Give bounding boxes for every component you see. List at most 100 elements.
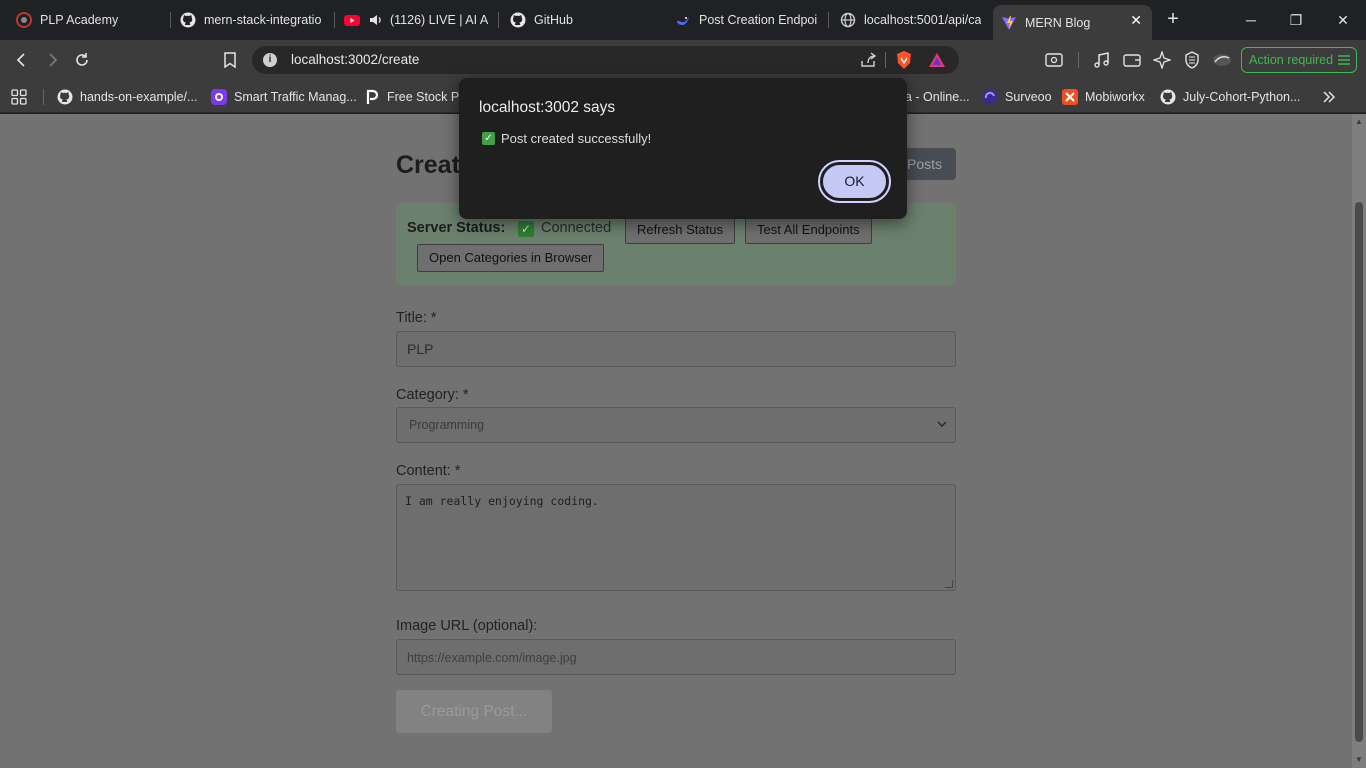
category-label: Category: * [396, 387, 469, 403]
speaker-icon[interactable] [368, 12, 384, 28]
action-required-button[interactable]: Action required [1241, 47, 1357, 73]
image-url-label: Image URL (optional): [396, 618, 538, 634]
create-post-button[interactable]: Creating Post... [396, 690, 552, 733]
brave-rewards-icon[interactable] [928, 51, 946, 74]
plp-icon [16, 12, 32, 28]
menu-icon [1337, 53, 1351, 70]
github-icon [180, 12, 196, 28]
bookmark-july-cohort[interactable]: July-Cohort-Python... [1160, 87, 1300, 107]
vpn-shield-icon[interactable] [1182, 50, 1202, 70]
tab-localhost-api[interactable]: localhost:5001/api/ca [832, 5, 992, 35]
alert-dialog: localhost:3002 says ✓ Post created succe… [459, 78, 907, 219]
more-bookmarks-icon[interactable] [1322, 87, 1336, 107]
browser-toolbar: i localhost:3002/create [0, 40, 1366, 80]
bookmark-mobiworkx[interactable]: Mobiworkx [1062, 87, 1145, 107]
title-input[interactable]: PLP [396, 331, 956, 367]
window-close-icon[interactable]: ✕ [1331, 8, 1355, 32]
github-icon [57, 89, 73, 105]
image-url-input[interactable]: https://example.com/image.jpg [396, 639, 956, 675]
site-info-icon[interactable]: i [263, 53, 277, 67]
bookmark-label: Surveoo [1005, 90, 1052, 104]
close-icon[interactable]: ✕ [1130, 12, 1142, 29]
forward-icon[interactable] [40, 48, 64, 72]
refresh-status-button[interactable]: Refresh Status [625, 216, 735, 244]
bookmark-label: hands-on-example/... [80, 90, 198, 104]
bookmark-hands-on-example[interactable]: hands-on-example/... [57, 87, 197, 107]
tab-title: GitHub [534, 13, 573, 27]
music-icon[interactable] [1092, 50, 1112, 70]
action-required-label: Action required [1249, 53, 1334, 67]
tab-title: localhost:5001/api/ca [864, 13, 982, 27]
vite-icon [1001, 15, 1017, 31]
minimize-icon[interactable]: ─ [1239, 8, 1263, 32]
check-icon: ✓ [482, 132, 495, 145]
category-value: Programming [409, 418, 485, 432]
ok-button[interactable]: OK [818, 160, 891, 203]
content-label: Content: * [396, 463, 461, 479]
bookmark-label: Free Stock Ph [387, 90, 467, 104]
address-bar[interactable]: i localhost:3002/create [252, 46, 959, 74]
leo-ai-icon[interactable] [1152, 50, 1172, 70]
open-categories-button[interactable]: Open Categories in Browser [417, 244, 605, 272]
youtube-icon [344, 12, 360, 28]
page-scrollbar[interactable]: ▲ ▼ [1352, 114, 1366, 768]
back-icon[interactable] [10, 48, 34, 72]
share-icon[interactable] [859, 51, 877, 74]
dialog-title: localhost:3002 says [479, 99, 616, 116]
apps-icon[interactable] [11, 87, 27, 107]
bookmark-icon[interactable] [218, 48, 242, 72]
mobiworkx-icon [1062, 89, 1078, 105]
brave-shield-icon[interactable] [895, 50, 913, 75]
bookmark-online[interactable]: a - Online... [905, 87, 970, 107]
wallet-icon[interactable] [1122, 50, 1142, 70]
check-icon: ✓ [518, 221, 534, 237]
category-select[interactable]: Programming [396, 407, 956, 443]
tab-mern-blog[interactable]: MERN Blog ✕ [993, 5, 1152, 40]
pexels-icon [364, 89, 380, 105]
server-status-label: Server Status: [407, 220, 506, 236]
tab-mern-stack[interactable]: mern-stack-integratio [172, 5, 332, 35]
server-status-value: Connected [541, 220, 612, 236]
url-text: localhost:3002/create [291, 52, 420, 67]
page-title: Creat [396, 151, 460, 179]
resize-handle-icon[interactable] [945, 580, 953, 588]
scrollbar-thumb[interactable] [1355, 202, 1363, 742]
test-endpoints-button[interactable]: Test All Endpoints [745, 216, 872, 244]
reload-icon[interactable] [70, 48, 94, 72]
bookmark-label: Mobiworkx [1085, 90, 1145, 104]
bookmark-label: July-Cohort-Python... [1183, 90, 1301, 104]
tab-github[interactable]: GitHub [502, 5, 662, 35]
bookmark-label: Smart Traffic Manag... [234, 90, 357, 104]
content-value: I am really enjoying coding. [405, 494, 599, 508]
tab-title: MERN Blog [1025, 15, 1091, 30]
bookmark-free-stock[interactable]: Free Stock Ph [364, 87, 466, 107]
tab-title: (1126) LIVE | AI Ah [390, 13, 488, 27]
globe-icon [840, 12, 856, 28]
extension-icon[interactable] [1212, 50, 1232, 70]
tab-strip: PLP Academy mern-stack-integratio (1126)… [0, 0, 1366, 40]
new-tab-button[interactable]: + [1162, 9, 1184, 31]
scroll-down-icon[interactable]: ▼ [1355, 756, 1363, 764]
app-icon [211, 89, 227, 105]
content-textarea[interactable]: I am really enjoying coding. [396, 484, 956, 591]
reader-mode-icon[interactable] [1044, 50, 1064, 70]
bookmark-label: a - Online... [905, 90, 970, 104]
bookmark-smart-traffic[interactable]: Smart Traffic Manag... [211, 87, 357, 107]
tab-title: mern-stack-integratio [204, 13, 322, 27]
scroll-up-icon[interactable]: ▲ [1355, 118, 1363, 126]
tab-title: PLP Academy [40, 13, 119, 27]
deepseek-icon [675, 12, 691, 28]
surveoo-icon [982, 89, 998, 105]
restore-icon[interactable]: ❐ [1284, 8, 1308, 32]
title-label: Title: * [396, 310, 437, 326]
dialog-message: Post created successfully! [501, 131, 652, 146]
github-icon [510, 12, 526, 28]
tab-plp-academy[interactable]: PLP Academy [8, 5, 168, 35]
github-icon [1160, 89, 1176, 105]
bookmark-surveoo[interactable]: Surveoo [982, 87, 1052, 107]
tab-title: Post Creation Endpoi [699, 13, 818, 27]
tab-post-creation[interactable]: Post Creation Endpoi [667, 5, 827, 35]
image-url-placeholder: https://example.com/image.jpg [407, 651, 577, 665]
chevron-down-icon [937, 408, 947, 457]
tab-youtube-live[interactable]: (1126) LIVE | AI Ah [336, 5, 496, 35]
